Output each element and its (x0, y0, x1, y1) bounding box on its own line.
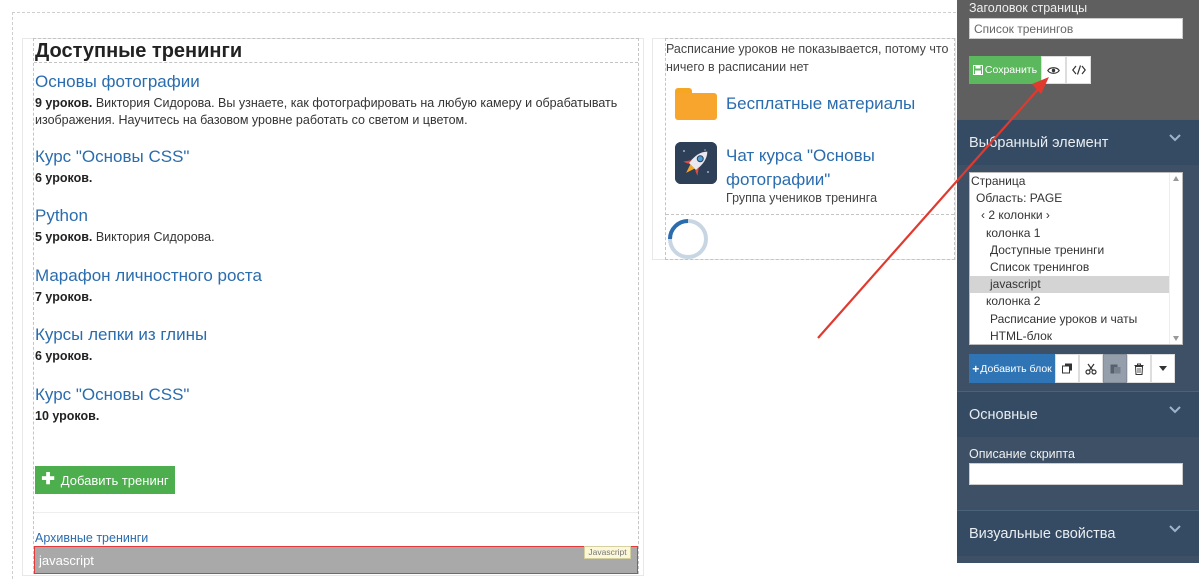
free-materials-link[interactable]: Бесплатные материалы (675, 86, 945, 122)
script-description-label: Описание скрипта (969, 447, 1075, 461)
code-view-button[interactable] (1066, 56, 1091, 84)
training-meta: 7 уроков. (35, 289, 625, 306)
training-meta: 6 уроков. (35, 170, 625, 187)
training-link[interactable]: Основы фотографии (35, 72, 625, 92)
training-item: Марафон личностного роста 7 уроков. (35, 266, 625, 306)
selected-element-section-header[interactable]: Выбранный элемент (957, 119, 1199, 165)
plus-icon: ✚ (41, 471, 55, 488)
lesson-count: 7 уроков. (35, 290, 93, 304)
plus-icon: + (972, 361, 980, 376)
title-divider (34, 62, 638, 63)
chevron-down-icon (1169, 406, 1181, 414)
script-description-input[interactable] (969, 463, 1183, 485)
tree-item[interactable]: Расписание уроков и чаты (970, 311, 1182, 328)
basic-section-header[interactable]: Основные (957, 391, 1199, 437)
training-link[interactable]: Курсы лепки из глины (35, 325, 625, 345)
rocket-icon (675, 142, 717, 184)
tree-scrollbar[interactable] (1169, 173, 1182, 344)
tree-item[interactable]: колонка 1 (970, 225, 1182, 242)
copy-button[interactable] (1055, 354, 1079, 383)
lesson-count: 6 уроков. (35, 349, 93, 363)
copy-icon (1061, 363, 1072, 374)
tree-item[interactable]: ‹ 2 колонки › (970, 207, 1182, 224)
training-item: Курс "Основы CSS" 6 уроков. (35, 147, 625, 187)
save-toolbar: Сохранить (969, 56, 1091, 84)
chat-title: Чат курса "Основы фотографии" (726, 146, 875, 189)
page-title-label: Заголовок страницы (969, 1, 1088, 15)
javascript-block[interactable]: javascript (34, 546, 638, 574)
lesson-count: 5 уроков. (35, 230, 93, 244)
tree-item[interactable]: Область: PAGE (970, 190, 1182, 207)
eye-icon (1047, 66, 1060, 74)
free-materials-label: Бесплатные материалы (726, 94, 916, 113)
training-link[interactable]: Курс "Основы CSS" (35, 147, 625, 167)
javascript-block-label: javascript (39, 553, 94, 568)
training-item: Основы фотографии 9 уроков. Виктория Сид… (35, 72, 625, 129)
tree-item[interactable]: Страница (970, 173, 1182, 190)
javascript-block-tag: Javascript (584, 546, 631, 559)
paste-button[interactable] (1103, 354, 1127, 383)
save-button-label: Сохранить (984, 64, 1038, 76)
add-block-button[interactable]: + Добавить блок (969, 354, 1055, 383)
html-block-divider (666, 214, 954, 215)
tree-item[interactable]: колонка 2 (970, 293, 1182, 310)
tree-item[interactable]: Список тренингов (970, 259, 1182, 276)
code-icon (1071, 65, 1086, 75)
add-block-label: Добавить блок (980, 362, 1052, 375)
scroll-down-icon[interactable] (1173, 336, 1179, 341)
page-settings-area: Заголовок страницы Сохранить (957, 0, 1199, 120)
visual-properties-section-header[interactable]: Визуальные свойства (957, 510, 1199, 556)
training-item: Курсы лепки из глины 6 уроков. (35, 325, 625, 365)
training-item: Курс "Основы CSS" 10 уроков. (35, 385, 625, 425)
training-link[interactable]: Python (35, 206, 625, 226)
lesson-count: 9 уроков. (35, 96, 93, 110)
delete-button[interactable] (1127, 354, 1151, 383)
add-training-button[interactable]: ✚ Добавить тренинг (35, 466, 175, 494)
archive-trainings-link[interactable]: Архивные тренинги (35, 531, 148, 545)
lesson-count: 6 уроков. (35, 171, 93, 185)
tree-item[interactable]: HTML-блок (970, 328, 1182, 344)
loading-spinner-icon (667, 218, 709, 260)
page-title-input[interactable] (969, 18, 1183, 39)
preview-button[interactable] (1041, 56, 1066, 84)
trash-icon (1134, 363, 1144, 375)
element-tree[interactable]: Страница Область: PAGE ‹ 2 колонки › кол… (969, 172, 1183, 345)
editor-sidebar: Заголовок страницы Сохранить Выбранный э… (957, 0, 1199, 563)
paste-icon (1110, 364, 1120, 374)
training-description: Виктория Сидорова. Вы узнаете, как фотог… (35, 96, 618, 127)
training-link[interactable]: Курс "Основы CSS" (35, 385, 625, 405)
chevron-down-icon (1169, 525, 1181, 533)
block-toolbar: + Добавить блок (969, 354, 1175, 383)
add-training-label: Добавить тренинг (60, 472, 169, 488)
scroll-up-icon[interactable] (1173, 176, 1179, 181)
tree-item-selected[interactable]: javascript (970, 276, 1182, 294)
schedule-empty-note: Расписание уроков не показывается, потом… (666, 42, 949, 74)
training-meta: 5 уроков. Виктория Сидорова. (35, 229, 625, 246)
page-canvas: Доступные тренинги Основы фотографии 9 у… (0, 0, 956, 579)
training-link[interactable]: Марафон личностного роста (35, 266, 625, 286)
caret-down-icon (1159, 366, 1167, 371)
training-item: Python 5 уроков. Виктория Сидорова. (35, 206, 625, 246)
more-actions-button[interactable] (1151, 354, 1175, 383)
training-description: Виктория Сидорова. (92, 230, 215, 244)
folder-icon (675, 88, 717, 120)
trainings-block-title: Доступные тренинги (35, 40, 243, 62)
lesson-count: 10 уроков. (35, 409, 100, 423)
scissors-icon (1085, 363, 1097, 375)
training-meta: 6 уроков. (35, 348, 625, 365)
selected-element-title: Выбранный элемент (969, 134, 1109, 151)
save-button[interactable]: Сохранить (969, 56, 1041, 84)
visual-properties-title: Визуальные свойства (969, 525, 1116, 542)
cut-button[interactable] (1079, 354, 1103, 383)
training-meta: 9 уроков. Виктория Сидорова. Вы узнаете,… (35, 95, 625, 129)
chevron-down-icon (1169, 134, 1181, 142)
training-meta: 10 уроков. (35, 408, 625, 425)
archive-divider (34, 512, 638, 513)
basic-section-title: Основные (969, 406, 1038, 423)
floppy-icon (972, 65, 983, 75)
tree-item[interactable]: Доступные тренинги (970, 242, 1182, 259)
chat-subtitle: Группа учеников тренинга (726, 191, 878, 205)
